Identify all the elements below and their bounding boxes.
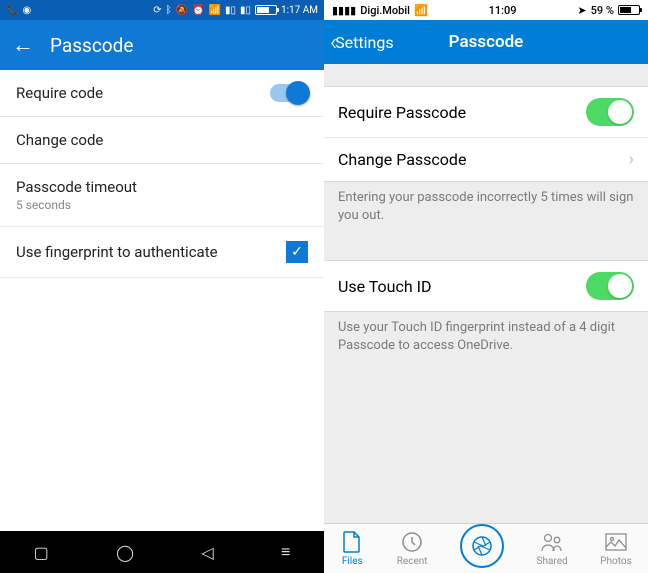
sync-icon: ⟳ xyxy=(153,5,161,16)
menu-icon[interactable]: ≡ xyxy=(281,542,290,562)
fingerprint-row[interactable]: Use fingerprint to authenticate ✓ xyxy=(0,227,324,278)
touch-id-cell[interactable]: Use Touch ID xyxy=(324,260,648,312)
require-passcode-switch[interactable] xyxy=(586,98,634,126)
back-label: Settings xyxy=(335,33,393,52)
fingerprint-label: Use fingerprint to authenticate xyxy=(16,243,218,261)
change-passcode-cell[interactable]: Change Passcode › xyxy=(324,137,648,182)
ios-header: ‹ Settings Passcode xyxy=(324,20,648,64)
android-status-bar: 📞 ◉ ⟳ ᛒ 🔕 ⏰ 📶 ▮▯ ▮▯ 1:17 AM xyxy=(0,0,324,20)
files-icon xyxy=(340,530,364,554)
alarm-icon: ⏰ xyxy=(192,5,204,16)
fingerprint-checkbox[interactable]: ✓ xyxy=(286,241,308,263)
wifi-icon: 📶 xyxy=(208,5,220,16)
tab-recent[interactable]: Recent xyxy=(397,530,428,567)
change-code-row[interactable]: Change code xyxy=(0,117,324,164)
wifi-icon: 📶 xyxy=(414,4,428,17)
require-passcode-cell[interactable]: Require Passcode xyxy=(324,86,648,138)
touch-id-footer: Use your Touch ID fingerprint instead of… xyxy=(324,311,648,362)
battery-icon xyxy=(618,5,640,15)
passcode-timeout-row[interactable]: Passcode timeout 5 seconds xyxy=(0,164,324,227)
shared-icon xyxy=(540,530,564,554)
touch-id-label: Use Touch ID xyxy=(338,277,432,296)
tab-photos-label: Photos xyxy=(600,556,632,567)
touch-id-switch[interactable] xyxy=(586,272,634,300)
recent-apps-icon[interactable]: ▢ xyxy=(34,543,49,562)
status-time: 1:17 AM xyxy=(281,5,318,16)
spotify-icon: ◉ xyxy=(22,5,31,16)
page-title: Passcode xyxy=(449,32,524,52)
change-passcode-label: Change Passcode xyxy=(338,150,466,169)
tab-shared-label: Shared xyxy=(537,556,568,567)
status-time: 11:09 xyxy=(489,4,517,17)
location-icon: ➤ xyxy=(577,4,586,17)
ios-tab-bar: Files Recent Shared Photos xyxy=(324,523,648,573)
require-code-label: Require code xyxy=(16,84,103,102)
recent-icon xyxy=(400,530,424,554)
back-icon[interactable]: ◁ xyxy=(201,543,213,562)
tab-files[interactable]: Files xyxy=(340,530,364,567)
back-button[interactable]: ‹ Settings xyxy=(330,28,394,56)
timeout-label: Passcode timeout xyxy=(16,178,137,196)
signal-icon: ▮▯ xyxy=(225,5,236,16)
photos-icon xyxy=(604,530,628,554)
ios-status-bar: ▮▮▮▮ Digi.Mobil 📶 11:09 ➤ 59 % xyxy=(324,0,648,20)
change-code-label: Change code xyxy=(16,131,103,149)
chevron-right-icon: › xyxy=(629,149,634,170)
battery-label: 59 % xyxy=(591,4,614,17)
back-arrow-icon[interactable]: ← xyxy=(12,32,34,58)
tab-add[interactable] xyxy=(460,524,504,568)
mute-icon: 🔕 xyxy=(176,5,188,16)
android-screen: 📞 ◉ ⟳ ᛒ 🔕 ⏰ 📶 ▮▯ ▮▯ 1:17 AM ← Passcode R… xyxy=(0,0,324,573)
tab-recent-label: Recent xyxy=(397,556,428,567)
android-nav-bar: ▢ ◯ ◁ ≡ xyxy=(0,531,324,573)
home-icon[interactable]: ◯ xyxy=(116,543,134,562)
carrier-label: Digi.Mobil xyxy=(360,4,410,17)
require-code-row[interactable]: Require code xyxy=(0,70,324,117)
bluetooth-icon: ᛒ xyxy=(166,5,172,16)
aperture-icon xyxy=(470,534,494,558)
tab-files-label: Files xyxy=(342,556,363,567)
phone-icon: 📞 xyxy=(6,5,18,16)
require-code-switch[interactable] xyxy=(270,84,308,102)
attempts-footer: Entering your passcode incorrectly 5 tim… xyxy=(324,181,648,232)
signal-icon: ▮▯ xyxy=(240,5,251,16)
tab-shared[interactable]: Shared xyxy=(537,530,568,567)
require-passcode-label: Require Passcode xyxy=(338,103,466,122)
battery-icon xyxy=(255,5,277,15)
tab-photos[interactable]: Photos xyxy=(600,530,632,567)
ios-screen: ▮▮▮▮ Digi.Mobil 📶 11:09 ➤ 59 % ‹ Setting… xyxy=(324,0,648,573)
page-title: Passcode xyxy=(50,34,133,57)
android-header: ← Passcode xyxy=(0,20,324,70)
signal-icon: ▮▮▮▮ xyxy=(332,4,356,17)
timeout-value: 5 seconds xyxy=(16,198,137,212)
